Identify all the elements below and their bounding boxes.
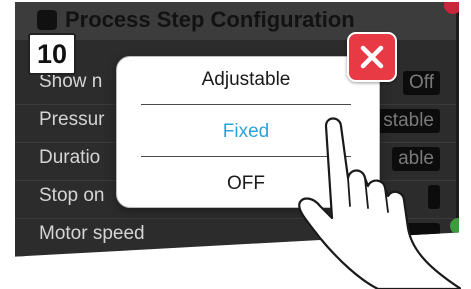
setting-label: Duratio	[39, 147, 101, 168]
setting-label: Stop on	[39, 185, 105, 206]
setting-label: Pressur	[39, 109, 105, 130]
status-indicator-green	[450, 218, 459, 234]
value-select-popup: Adjustable Fixed OFF	[116, 56, 380, 208]
divider	[141, 156, 351, 157]
option-fixed[interactable]: Fixed	[141, 121, 351, 143]
setting-label: Motor speed	[39, 223, 145, 244]
setting-row-motor-speed[interactable]: Motor speed	[15, 216, 459, 257]
setting-value[interactable]	[428, 185, 440, 209]
screen-title: Process Step Configuration	[65, 7, 355, 32]
setting-value[interactable]	[368, 223, 440, 247]
close-button[interactable]	[347, 32, 397, 82]
setting-value[interactable]: Off	[403, 71, 440, 95]
setting-value[interactable]: able	[392, 147, 440, 171]
step-number-badge: 10	[28, 33, 76, 75]
option-adjustable[interactable]: Adjustable	[141, 69, 351, 91]
option-off[interactable]: OFF	[141, 173, 351, 195]
close-icon	[360, 45, 384, 69]
divider	[141, 104, 351, 105]
setting-value[interactable]: stable	[377, 109, 440, 133]
gear-icon	[37, 10, 57, 30]
status-indicator-red	[444, 2, 459, 14]
